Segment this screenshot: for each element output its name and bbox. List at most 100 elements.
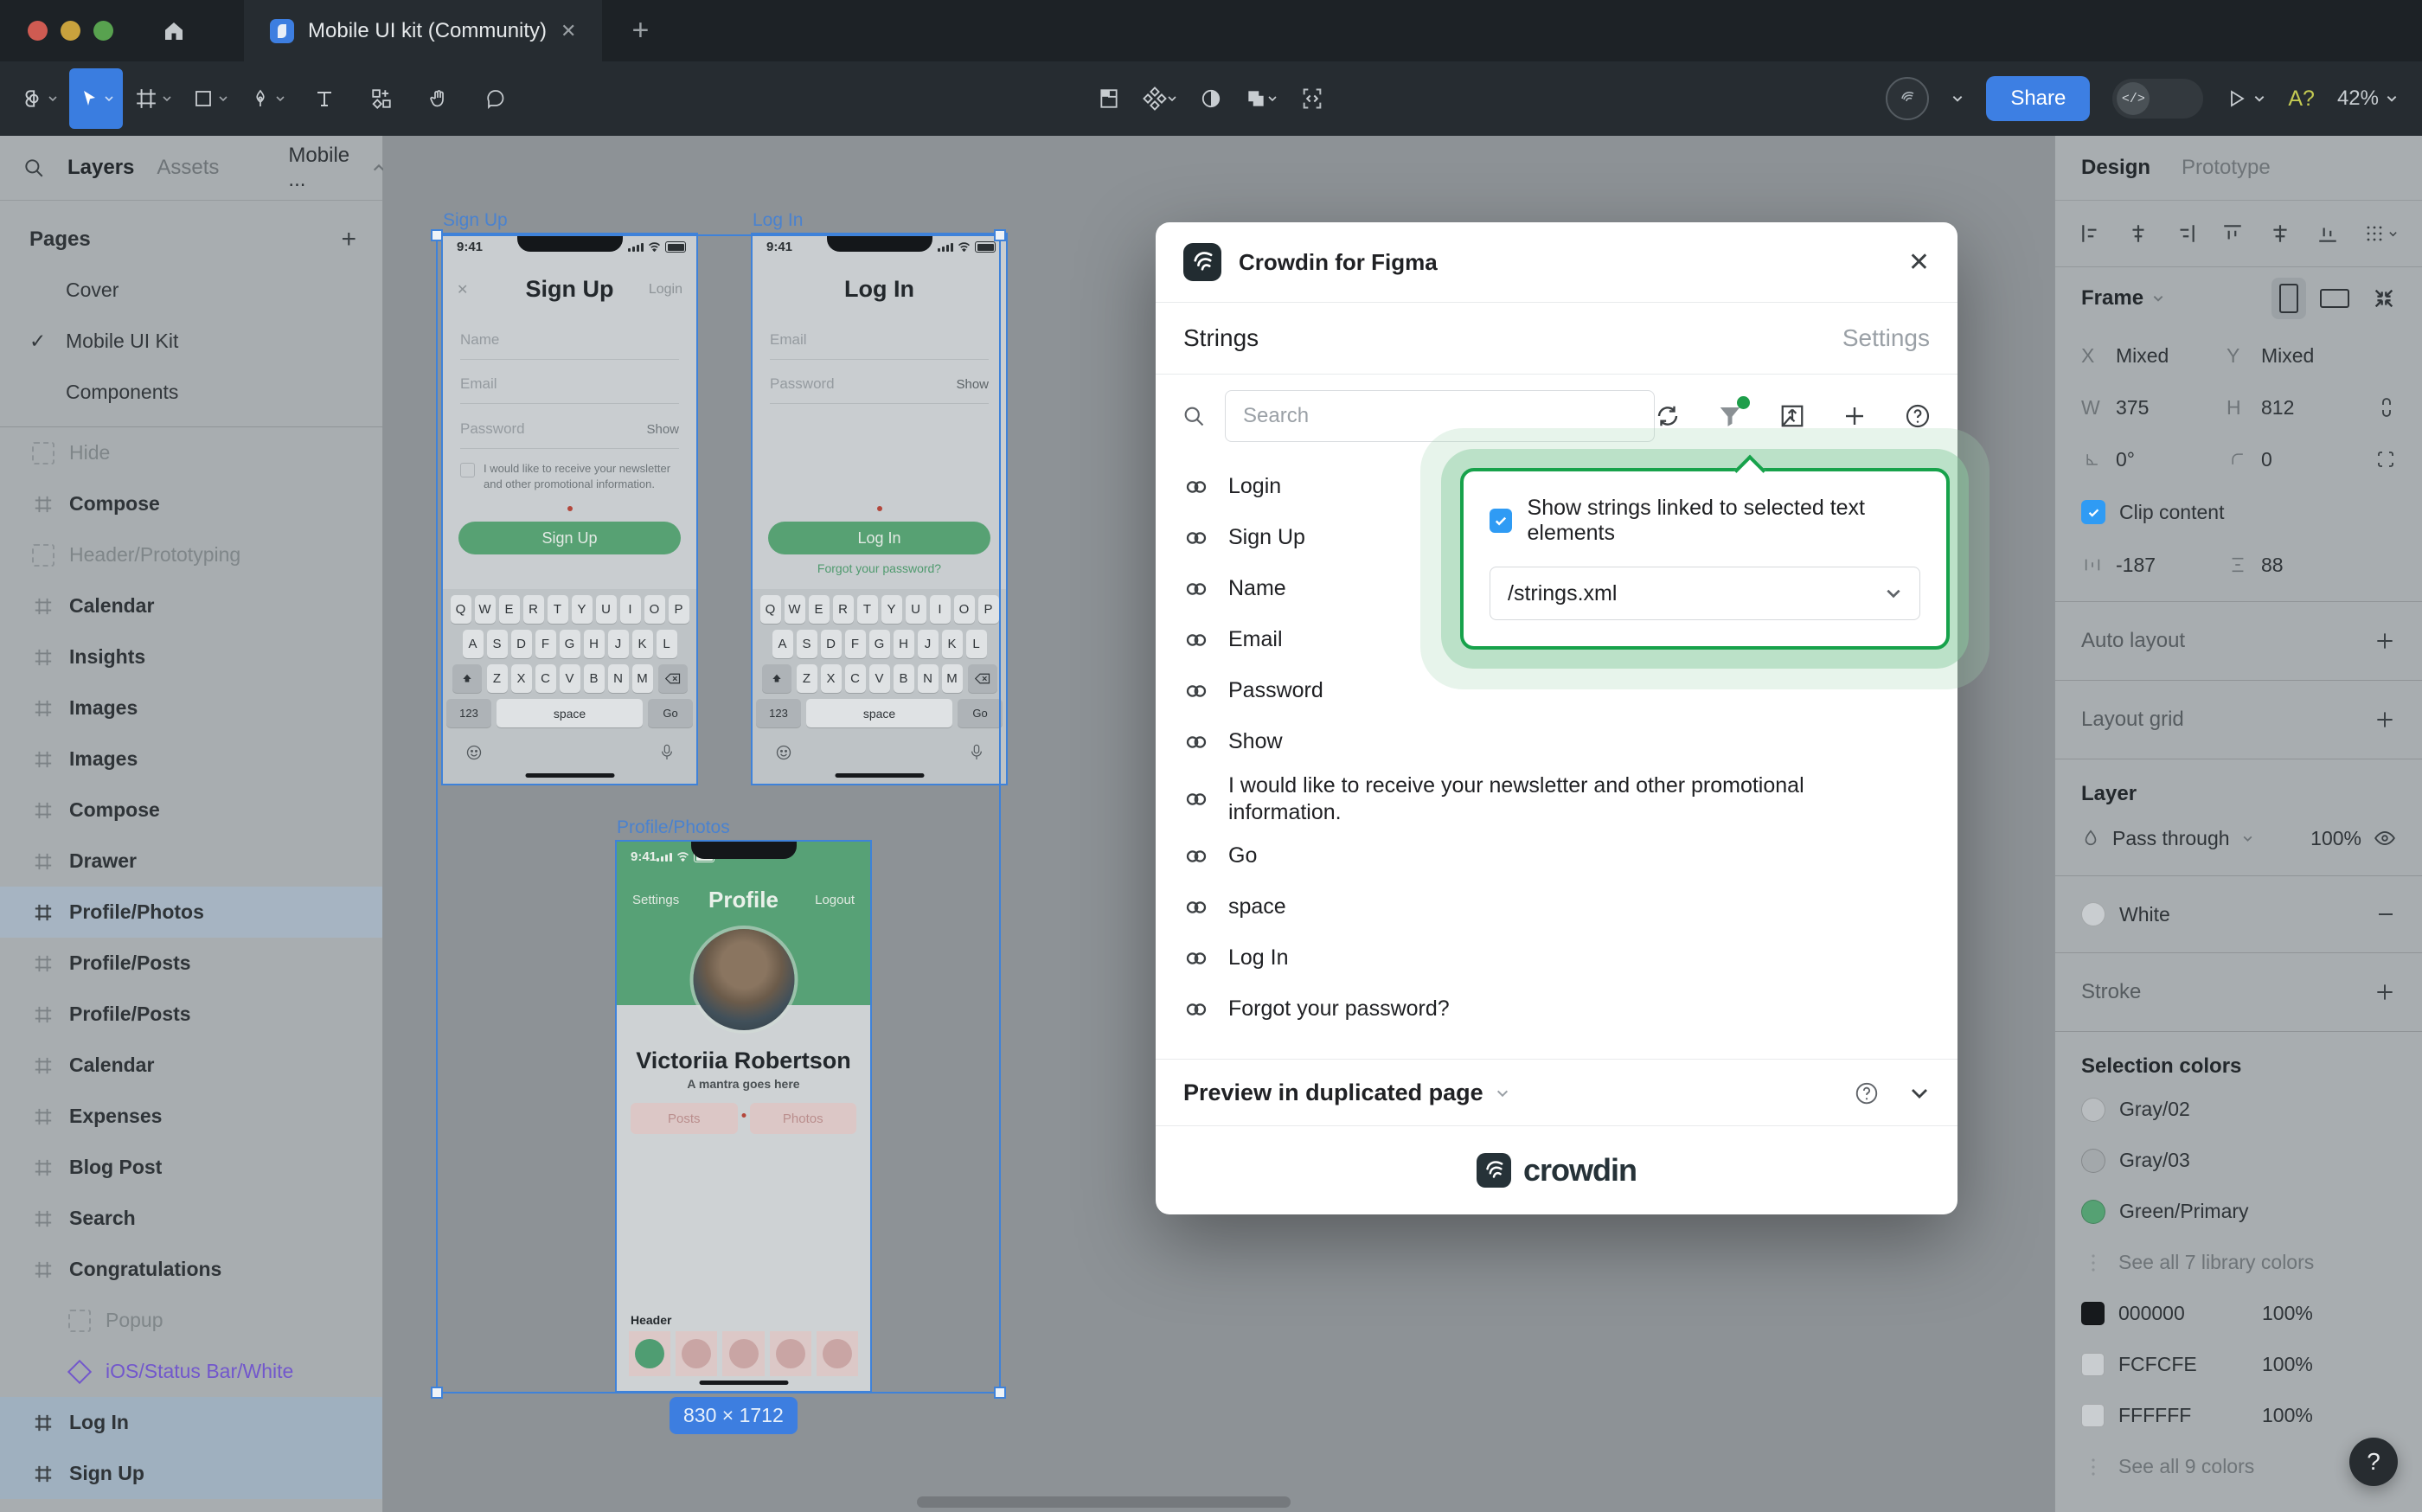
close-tab-icon[interactable]: ✕ (561, 20, 576, 42)
page-item-cover[interactable]: Cover (0, 265, 382, 316)
selection-handle[interactable] (994, 229, 1006, 241)
layer-row[interactable]: Popup (0, 1295, 382, 1346)
figma-menu-button[interactable] (12, 68, 66, 129)
share-button[interactable]: Share (1986, 76, 2090, 121)
see-all-library-colors[interactable]: See all 7 library colors (2055, 1237, 2422, 1288)
move-tool[interactable] (69, 68, 123, 129)
add-layout-grid-button[interactable] (2374, 708, 2396, 731)
portrait-orientation-button[interactable] (2271, 278, 2306, 319)
shape-tool[interactable] (183, 68, 237, 129)
hand-tool[interactable] (412, 68, 465, 129)
refresh-icon[interactable] (1655, 403, 1681, 429)
page-item-mobile-ui-kit[interactable]: ✓ Mobile UI Kit (0, 316, 382, 367)
selection-handle[interactable] (431, 229, 443, 241)
resize-to-fit-icon[interactable] (2372, 286, 2396, 311)
layer-row[interactable]: Header/Prototyping (0, 529, 382, 580)
selection-handle[interactable] (994, 1387, 1006, 1399)
file-tab[interactable]: Mobile UI kit (Community) ✕ (244, 0, 602, 61)
string-item[interactable]: Log In (1183, 932, 1930, 983)
text-tool[interactable] (298, 68, 351, 129)
account-chevron-icon[interactable] (1951, 93, 1964, 105)
layer-row[interactable]: Profile/Posts (0, 938, 382, 989)
zoom-menu[interactable]: 42% (2337, 86, 2398, 111)
preview-help-icon[interactable] (1854, 1080, 1880, 1106)
preview-toggle[interactable]: Preview in duplicated page (1183, 1080, 1483, 1106)
fill-style-name[interactable]: White (2119, 903, 2170, 926)
create-component-icon[interactable] (1143, 86, 1177, 111)
color-swatch[interactable] (2081, 1098, 2105, 1122)
layer-row[interactable]: Insights (0, 631, 382, 682)
tidy-up-icon[interactable] (2364, 223, 2398, 244)
color-swatch[interactable] (2081, 1404, 2105, 1427)
selection-bounding-box[interactable] (436, 234, 1001, 1393)
selection-color-row[interactable]: Gray/03 (2055, 1135, 2422, 1186)
tab-assets[interactable]: Assets (157, 156, 219, 180)
layer-row[interactable]: Compose (0, 478, 382, 529)
x-value[interactable]: Mixed (2116, 344, 2169, 368)
layer-row[interactable]: Profile/Posts (0, 989, 382, 1040)
home-icon[interactable] (161, 18, 187, 44)
export-icon[interactable] (1779, 403, 1805, 429)
layer-row[interactable]: Hide (0, 427, 382, 478)
new-tab-button[interactable]: + (631, 14, 649, 48)
layer-row[interactable]: Calendar (0, 580, 382, 631)
missing-fonts-badge[interactable]: A? (2288, 86, 2315, 112)
layer-row[interactable]: Compose (0, 785, 382, 836)
comment-tool[interactable] (469, 68, 522, 129)
add-string-icon[interactable] (1842, 403, 1868, 429)
layer-row[interactable]: Calendar (0, 1040, 382, 1091)
vertical-gap-value[interactable]: 88 (2261, 554, 2284, 577)
y-value[interactable]: Mixed (2261, 344, 2314, 368)
frame-tool[interactable] (126, 68, 180, 129)
string-item[interactable]: Go (1183, 830, 1930, 881)
layer-row[interactable]: Blog Post (0, 1142, 382, 1193)
selection-color-row[interactable]: Green/Primary (2055, 1186, 2422, 1237)
tab-layers[interactable]: Layers (67, 156, 134, 180)
selection-color-row[interactable]: 000000100% (2055, 1288, 2422, 1339)
layer-row[interactable]: Images (0, 734, 382, 785)
fill-swatch[interactable] (2081, 902, 2105, 926)
color-swatch[interactable] (2081, 1149, 2105, 1173)
constrain-proportions-icon[interactable] (2377, 396, 2396, 419)
tab-strings[interactable]: Strings (1183, 324, 1842, 352)
resources-tool[interactable] (355, 68, 408, 129)
boolean-groups-icon[interactable] (1245, 87, 1278, 110)
layer-row[interactable]: Images (0, 682, 382, 734)
align-bottom-icon[interactable] (2316, 222, 2339, 245)
add-page-button[interactable]: + (341, 225, 356, 254)
color-swatch[interactable] (2081, 1353, 2105, 1376)
independent-corners-icon[interactable] (2375, 449, 2396, 470)
help-icon[interactable] (1904, 402, 1932, 430)
string-item[interactable]: Show (1183, 716, 1930, 767)
string-item[interactable]: I would like to receive your newsletter … (1183, 767, 1930, 830)
align-left-icon[interactable] (2079, 222, 2102, 245)
layer-row-component[interactable]: iOS/Status Bar/White (0, 1346, 382, 1397)
close-window-button[interactable] (28, 21, 48, 41)
page-item-components[interactable]: Components (0, 367, 382, 418)
frame-section-label[interactable]: Frame (2081, 286, 2143, 311)
search-input[interactable] (1225, 390, 1655, 442)
linked-strings-checkbox[interactable] (1490, 509, 1512, 533)
close-icon[interactable]: ✕ (1908, 247, 1930, 278)
dev-resources-icon[interactable] (1300, 86, 1324, 111)
help-button[interactable]: ? (2349, 1438, 2398, 1486)
align-vertical-center-icon[interactable] (2269, 222, 2291, 245)
selection-color-row[interactable]: Gray/02 (2055, 1084, 2422, 1135)
string-item[interactable]: Forgot your password? (1183, 983, 1930, 1035)
frame-label-signup[interactable]: Sign Up (443, 210, 508, 231)
layer-row-selected[interactable]: Log In (0, 1397, 382, 1448)
horizontal-gap-value[interactable]: -187 (2116, 554, 2156, 577)
align-right-icon[interactable] (2175, 222, 2197, 245)
selection-color-row[interactable]: FFFFFF100% (2055, 1390, 2422, 1441)
layer-opacity-value[interactable]: 100% (2310, 827, 2361, 850)
tab-prototype[interactable]: Prototype (2182, 156, 2271, 180)
search-icon[interactable] (22, 157, 45, 179)
present-button[interactable] (2226, 88, 2265, 109)
clip-content-checkbox[interactable] (2081, 500, 2105, 524)
page-dropdown[interactable]: Mobile ... (288, 144, 349, 192)
tab-design[interactable]: Design (2081, 156, 2150, 180)
blend-mode-value[interactable]: Pass through (2112, 827, 2230, 850)
color-swatch[interactable] (2081, 1302, 2105, 1325)
align-horizontal-center-icon[interactable] (2127, 222, 2150, 245)
filter-icon[interactable] (1717, 403, 1743, 429)
